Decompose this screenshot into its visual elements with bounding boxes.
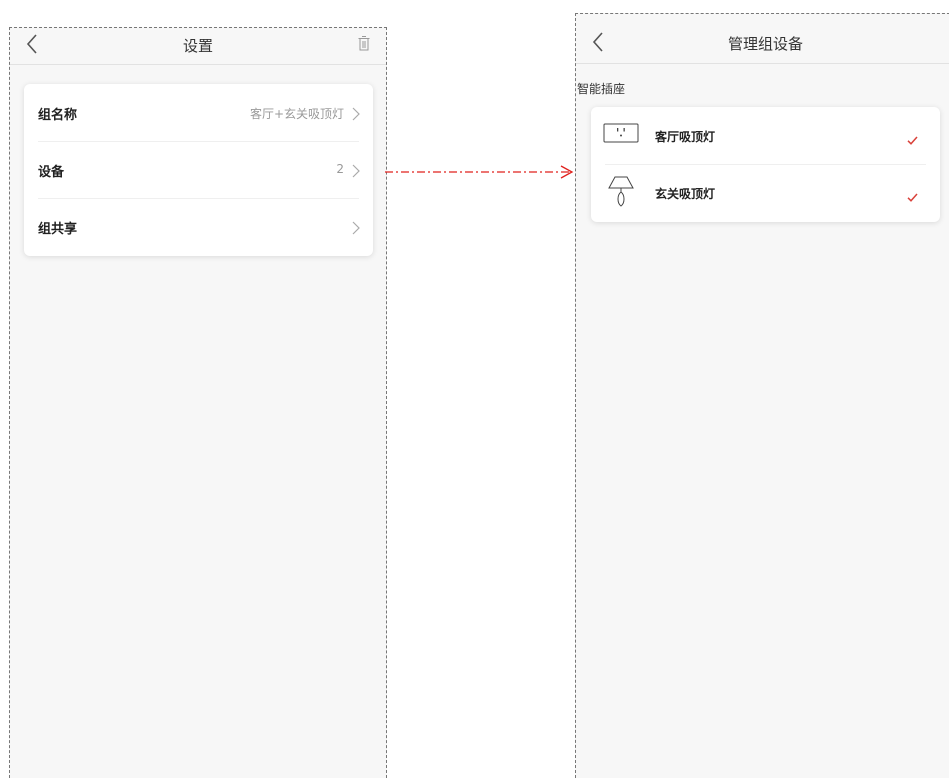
manage-devices-screen: 管理组设备 智能插座 客厅吸顶灯 玄关吸顶灯: [575, 13, 949, 778]
devices-label: 设备: [38, 165, 65, 180]
settings-navbar: 设置: [10, 28, 386, 65]
device-row[interactable]: 客厅吸顶灯: [591, 107, 940, 164]
chevron-right-icon: [352, 220, 360, 239]
smart-plug-icon: [603, 122, 639, 148]
flow-arrow-icon: [385, 165, 574, 179]
device-name: 客厅吸顶灯: [655, 130, 716, 144]
chevron-right-icon: [352, 106, 360, 125]
lamp-icon: [603, 174, 639, 214]
device-row[interactable]: 玄关吸顶灯: [591, 164, 940, 221]
check-icon[interactable]: [907, 187, 918, 206]
group-name-label: 组名称: [38, 108, 78, 123]
section-label: 智能插座: [577, 82, 626, 96]
devices-card: 客厅吸顶灯 玄关吸顶灯: [591, 107, 940, 222]
trash-icon[interactable]: [358, 36, 370, 55]
page-title: 管理组设备: [727, 35, 803, 53]
page-title: 设置: [182, 37, 213, 55]
settings-screen: 设置 组名称 客厅+玄关吸顶灯 设备 2 组共享: [9, 27, 387, 778]
chevron-right-icon: [352, 163, 360, 182]
manage-navbar: 管理组设备: [576, 14, 949, 64]
settings-card: 组名称 客厅+玄关吸顶灯 设备 2 组共享: [24, 84, 373, 256]
device-name: 玄关吸顶灯: [655, 187, 716, 201]
devices-row[interactable]: 设备 2: [24, 141, 373, 198]
group-name-value: 客厅+玄关吸顶灯: [249, 107, 344, 121]
group-name-row[interactable]: 组名称 客厅+玄关吸顶灯: [24, 84, 373, 141]
group-share-label: 组共享: [38, 222, 78, 237]
devices-count-value: 2: [336, 162, 344, 176]
group-share-row[interactable]: 组共享: [24, 198, 373, 255]
check-icon[interactable]: [907, 130, 918, 149]
